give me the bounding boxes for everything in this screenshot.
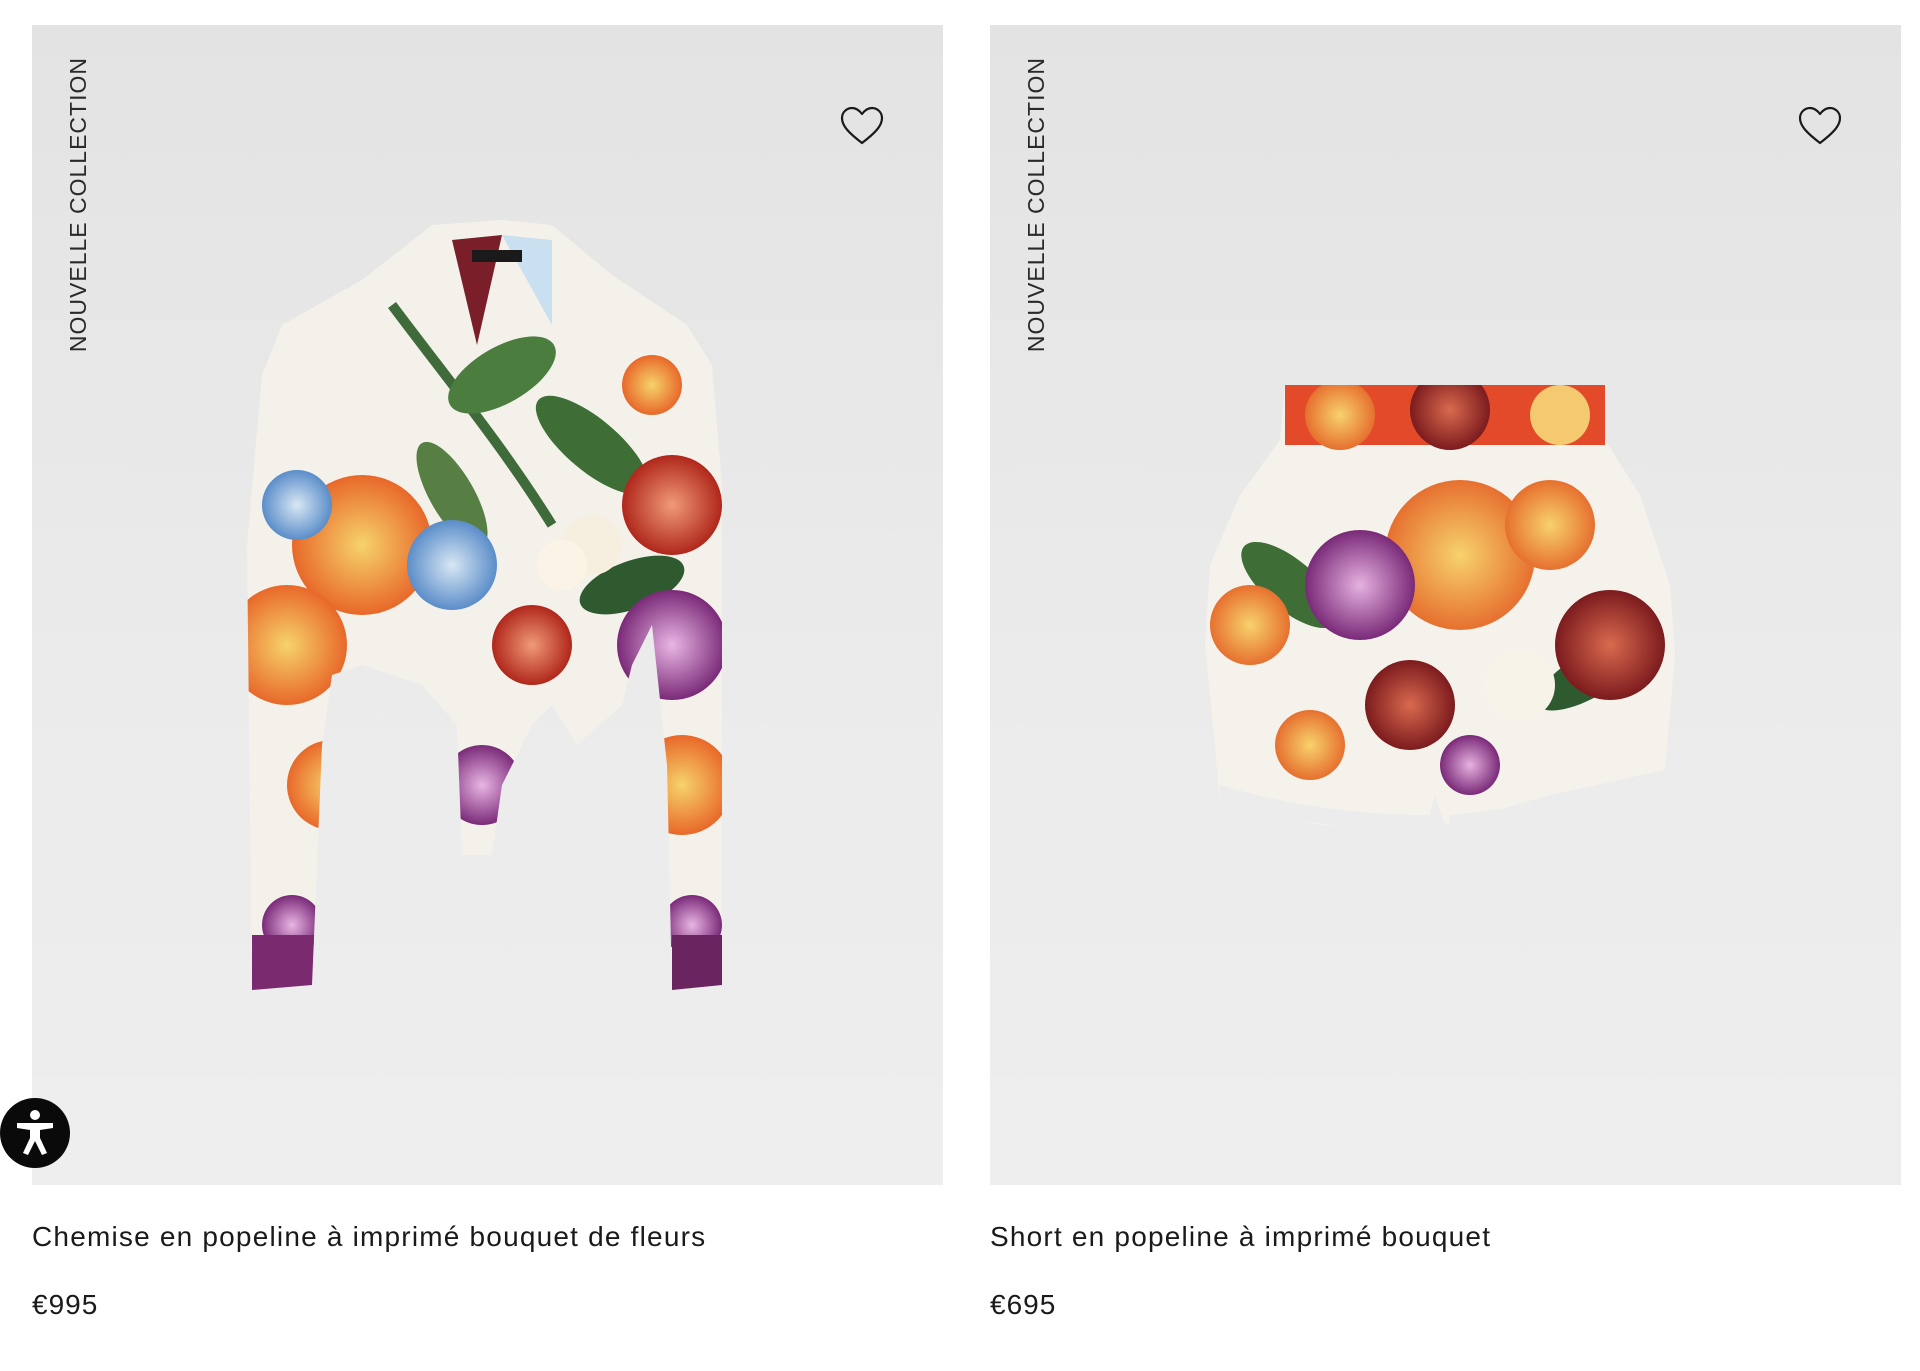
new-collection-label: NOUVELLE COLLECTION bbox=[65, 57, 91, 353]
floral-shorts-illustration bbox=[1205, 385, 1675, 830]
accessibility-person-icon bbox=[17, 1110, 53, 1155]
product-image[interactable]: NOUVELLE COLLECTION bbox=[990, 25, 1901, 1185]
product-price: €695 bbox=[990, 1289, 1057, 1320]
product-price: €995 bbox=[32, 1289, 99, 1320]
product-title-link[interactable]: Short en popeline à imprimé bouquet bbox=[990, 1221, 1901, 1253]
heart-outline-icon bbox=[1798, 106, 1842, 145]
wishlist-button[interactable] bbox=[1797, 105, 1843, 147]
wishlist-button[interactable] bbox=[839, 105, 885, 147]
product-card[interactable]: NOUVELLE COLLECTION Short en popeline à … bbox=[990, 25, 1901, 1321]
floral-shirt-illustration bbox=[247, 220, 722, 990]
product-grid: NOUVELLE COLLECTION Chemise en popeline … bbox=[0, 0, 1920, 1371]
heart-outline-icon bbox=[840, 106, 884, 145]
product-card[interactable]: NOUVELLE COLLECTION Chemise en popeline … bbox=[32, 25, 943, 1321]
new-collection-label: NOUVELLE COLLECTION bbox=[1023, 57, 1049, 353]
accessibility-button[interactable] bbox=[0, 1098, 70, 1168]
product-image[interactable]: NOUVELLE COLLECTION bbox=[32, 25, 943, 1185]
product-title-link[interactable]: Chemise en popeline à imprimé bouquet de… bbox=[32, 1221, 943, 1253]
